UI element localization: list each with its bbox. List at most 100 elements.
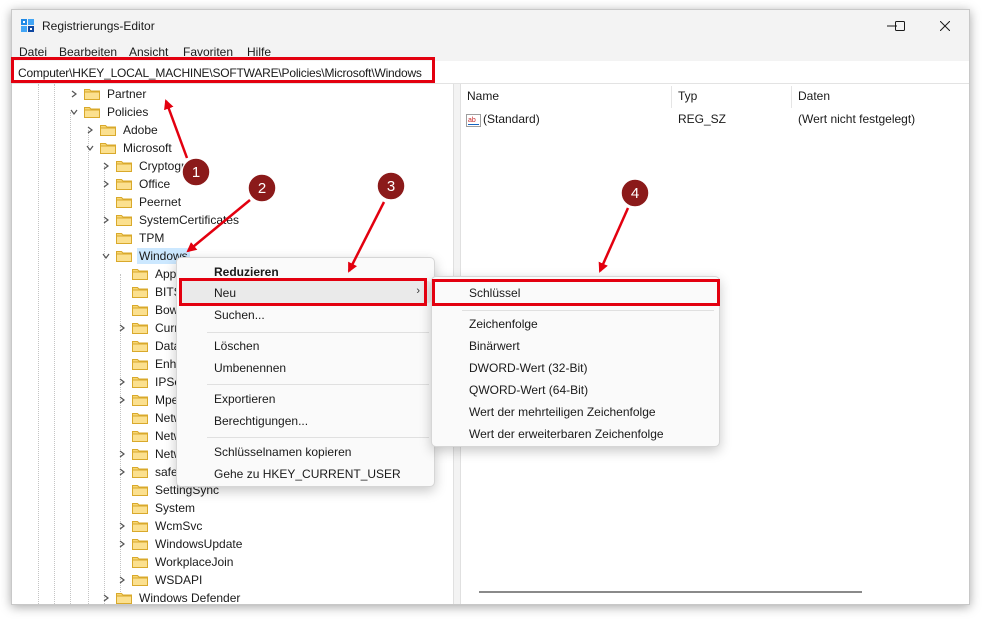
maximize-button[interactable] xyxy=(877,10,923,42)
submenu-item-qword[interactable]: QWORD-Wert (64-Bit) xyxy=(469,383,588,397)
tree-item-label: WSDAPI xyxy=(155,573,203,587)
tree-item[interactable]: WSDAPI xyxy=(116,571,204,589)
tree-expander[interactable] xyxy=(100,175,112,193)
tree-expander xyxy=(100,229,112,247)
tree-expander[interactable] xyxy=(116,535,128,553)
folder-icon xyxy=(132,485,148,496)
folder-icon xyxy=(132,413,148,424)
tree-expander[interactable] xyxy=(68,103,80,121)
tree-item[interactable]: Peernet xyxy=(100,193,183,211)
folder-icon xyxy=(132,377,148,388)
tree-item[interactable]: Appx xyxy=(116,265,184,283)
chevron-down-icon xyxy=(102,253,110,259)
menu-item-permissions[interactable]: Berechtigungen... xyxy=(214,414,308,428)
tree-item[interactable]: Enha xyxy=(116,355,185,373)
tree-expander xyxy=(116,301,128,319)
tree-expander xyxy=(116,499,128,517)
folder-icon-wrap xyxy=(132,466,153,478)
folder-icon-wrap xyxy=(116,592,137,604)
tree-item[interactable]: WcmSvc xyxy=(116,517,204,535)
folder-icon xyxy=(100,125,116,136)
tree-item[interactable]: safer xyxy=(116,463,184,481)
tree-expander[interactable] xyxy=(116,463,128,481)
menu-item-copy-key-name[interactable]: Schlüsselnamen kopieren xyxy=(214,445,351,459)
folder-icon-wrap xyxy=(116,196,137,208)
folder-icon-wrap xyxy=(132,394,153,406)
menu-item-rename[interactable]: Umbenennen xyxy=(214,361,286,375)
list-scrollbar[interactable] xyxy=(479,591,862,593)
folder-icon xyxy=(116,233,132,244)
tree-expander[interactable] xyxy=(116,373,128,391)
folder-icon-wrap xyxy=(132,340,153,352)
menu-item-collapse[interactable]: Reduzieren xyxy=(214,265,279,279)
tree-expander xyxy=(116,337,128,355)
tree-expander[interactable] xyxy=(116,445,128,463)
tree-expander[interactable] xyxy=(116,571,128,589)
tree-expander[interactable] xyxy=(84,139,96,157)
tree-item[interactable]: WorkplaceJoin xyxy=(116,553,235,571)
tree-expander[interactable] xyxy=(116,391,128,409)
folder-icon xyxy=(132,503,148,514)
tree-expander[interactable] xyxy=(100,247,112,265)
tree-expander[interactable] xyxy=(84,121,96,139)
menu-item-delete[interactable]: Löschen xyxy=(214,339,259,353)
neu-highlight xyxy=(179,278,427,306)
menu-separator xyxy=(207,437,429,438)
tree-item-label: System xyxy=(155,501,196,515)
menu-item-find[interactable]: Suchen... xyxy=(214,308,265,322)
chevron-right-icon xyxy=(119,576,125,584)
tree-expander[interactable] xyxy=(116,517,128,535)
tree-item[interactable]: BITS xyxy=(116,283,184,301)
tree-item[interactable]: Netw xyxy=(116,427,184,445)
tree-item[interactable]: Netw xyxy=(116,445,184,463)
column-header-type[interactable]: Typ xyxy=(678,89,697,103)
column-header-name[interactable]: Name xyxy=(467,89,499,103)
tree-item[interactable]: Policies xyxy=(68,103,150,121)
tree-expander[interactable] xyxy=(100,157,112,175)
tree-expander[interactable] xyxy=(100,589,112,604)
tree-item[interactable]: Office xyxy=(100,175,172,193)
tree-expander[interactable] xyxy=(116,319,128,337)
close-button[interactable] xyxy=(922,10,968,42)
tree-expander[interactable] xyxy=(100,211,112,229)
column-divider[interactable] xyxy=(671,86,672,108)
tree-item-label: Peernet xyxy=(139,195,182,209)
tree-expander xyxy=(116,265,128,283)
menu-item-goto-hkcu[interactable]: Gehe zu HKEY_CURRENT_USER xyxy=(214,467,401,481)
tree-item[interactable]: Windows Defender xyxy=(100,589,242,604)
submenu-item-dword[interactable]: DWORD-Wert (32-Bit) xyxy=(469,361,587,375)
submenu-item-binary[interactable]: Binärwert xyxy=(469,339,520,353)
column-header-data[interactable]: Daten xyxy=(798,89,830,103)
submenu-item-multi-string[interactable]: Wert der mehrteiligen Zeichenfolge xyxy=(469,405,656,419)
tree-guide-line xyxy=(38,84,39,604)
folder-icon-wrap xyxy=(84,106,105,118)
folder-icon xyxy=(100,143,116,154)
tree-item[interactable]: Partner xyxy=(68,85,148,103)
string-value-icon: ab xyxy=(466,114,481,127)
column-divider[interactable] xyxy=(791,86,792,108)
tree-guide-line xyxy=(70,112,71,604)
tree-item[interactable]: System xyxy=(116,499,197,517)
schluessel-highlight xyxy=(432,279,720,306)
tree-item[interactable]: WindowsUpdate xyxy=(116,535,244,553)
tree-item[interactable]: TPM xyxy=(100,229,166,247)
folder-icon xyxy=(132,539,148,550)
tree-item[interactable]: SystemCertificates xyxy=(100,211,241,229)
menu-separator xyxy=(207,332,429,333)
menu-item-export[interactable]: Exportieren xyxy=(214,392,275,406)
chevron-right-icon xyxy=(119,540,125,548)
title-bar[interactable]: Registrierungs-Editor xyxy=(12,10,969,42)
tree-item[interactable]: Cryptogra xyxy=(100,157,194,175)
chevron-right-icon xyxy=(87,126,93,134)
submenu-item-expandable-string[interactable]: Wert der erweiterbaren Zeichenfolge xyxy=(469,427,664,441)
folder-icon xyxy=(132,395,148,406)
value-type: REG_SZ xyxy=(678,112,727,126)
tree-item[interactable]: Adobe xyxy=(84,121,160,139)
folder-icon-wrap xyxy=(100,124,121,136)
submenu-item-string[interactable]: Zeichenfolge xyxy=(469,317,538,331)
tree-expander[interactable] xyxy=(68,85,80,103)
tree-item[interactable]: Microsoft xyxy=(84,139,174,157)
tree-expander xyxy=(116,355,128,373)
tree-item-label: Microsoft xyxy=(123,141,172,155)
tree-item[interactable]: Netw xyxy=(116,409,184,427)
